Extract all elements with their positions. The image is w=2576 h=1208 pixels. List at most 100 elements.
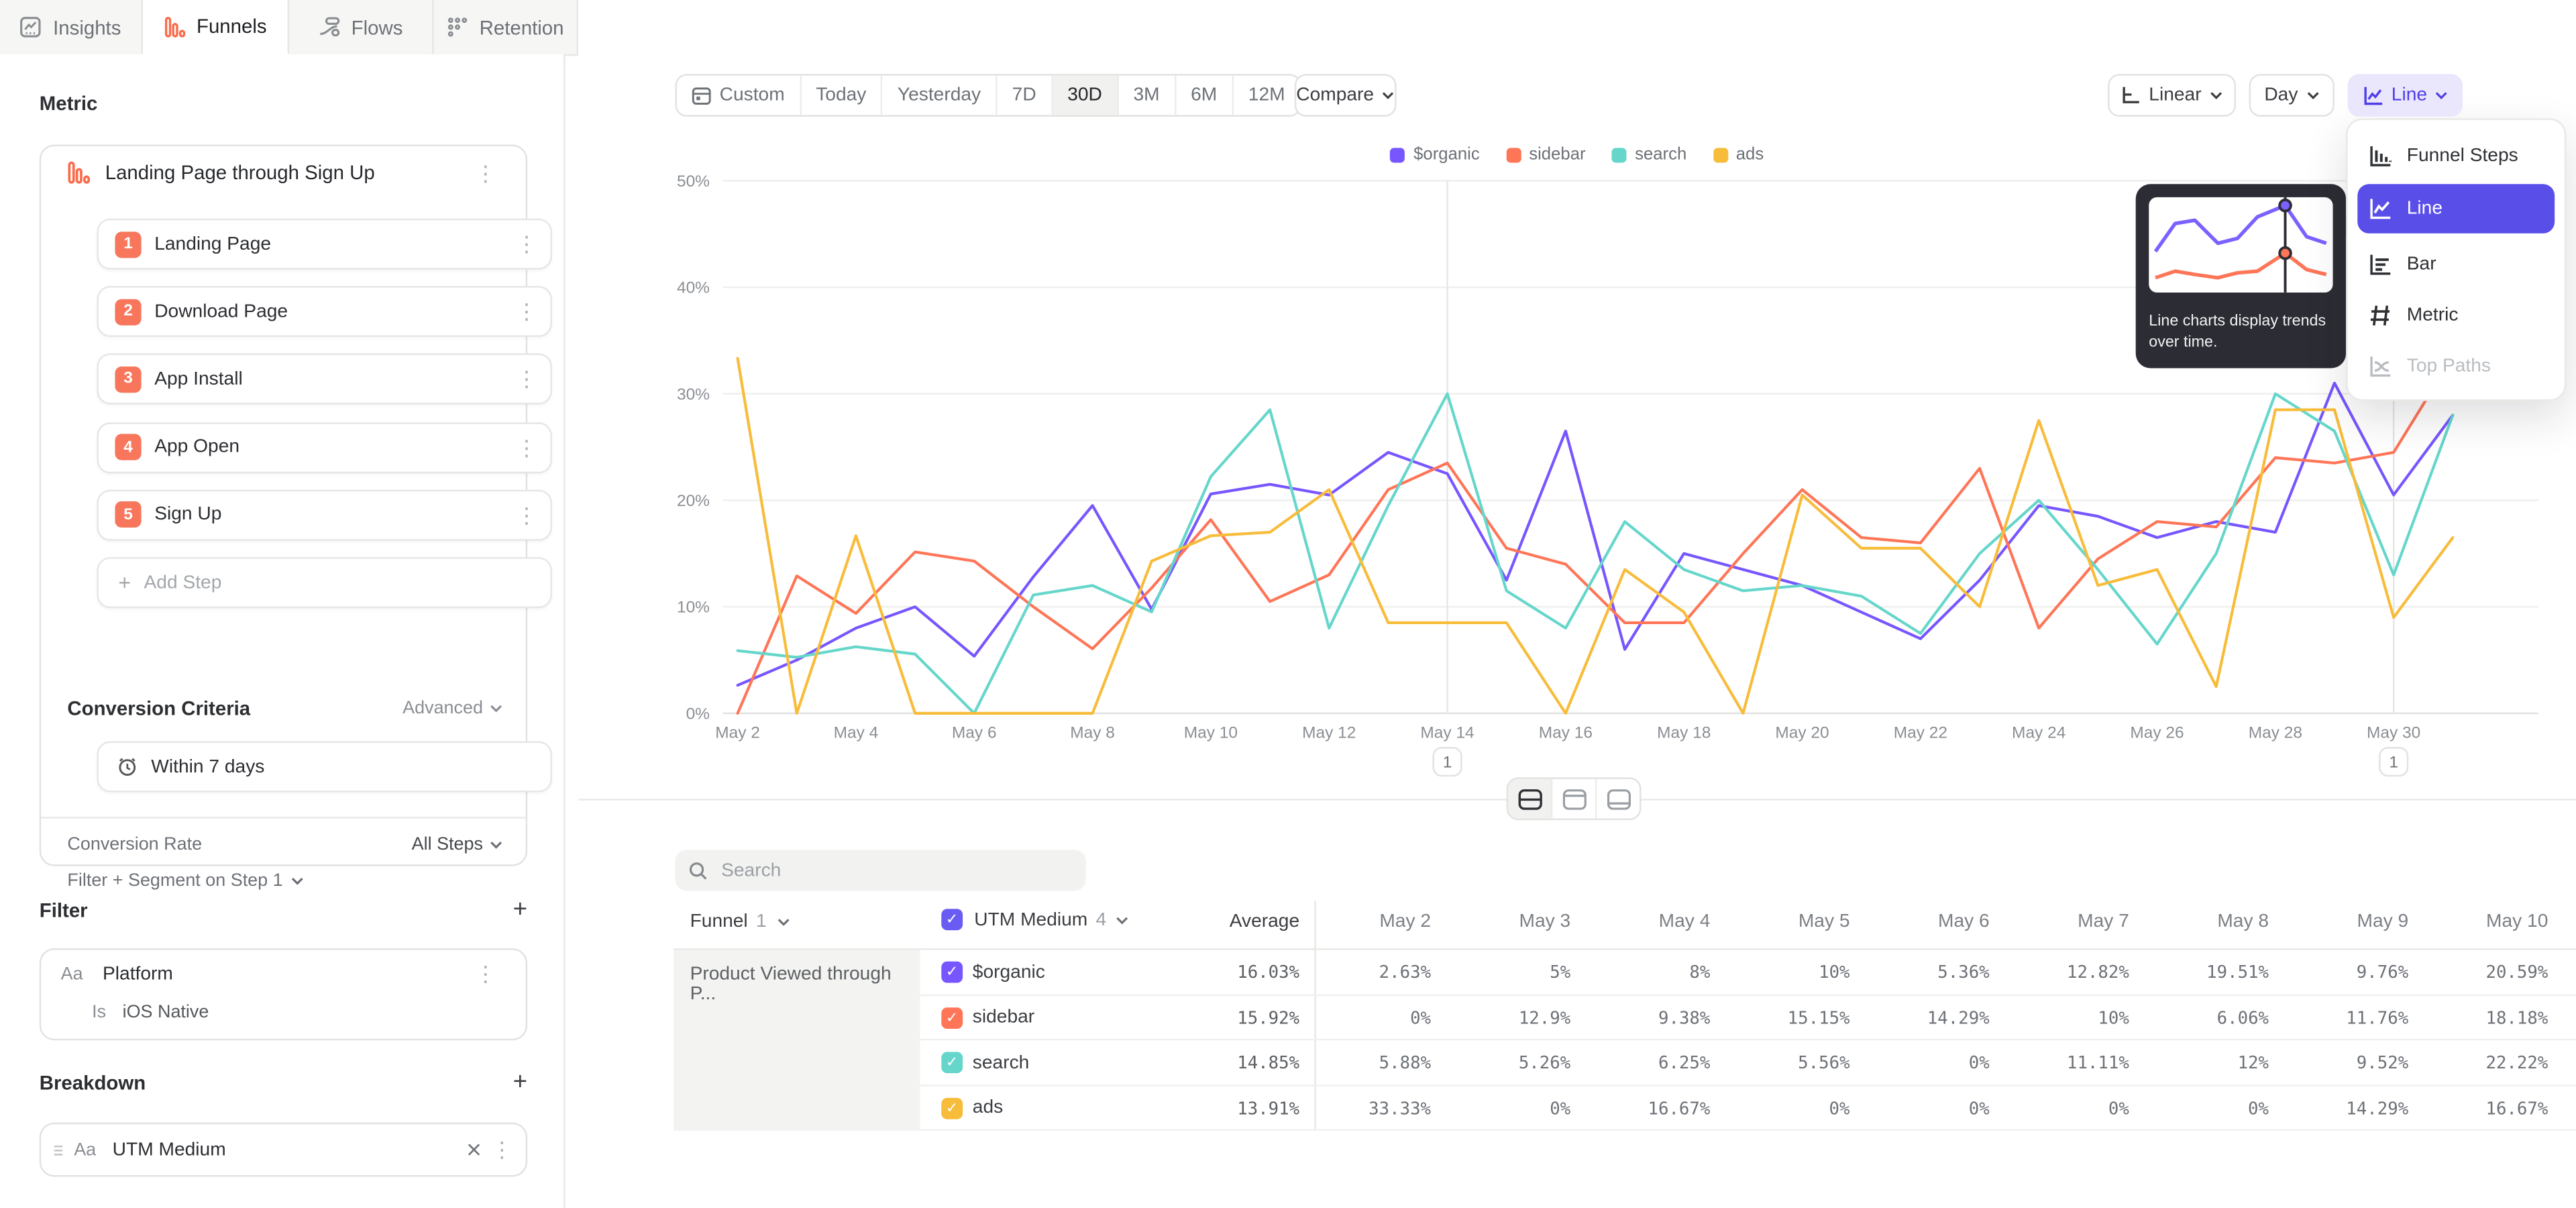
conversion-window-row[interactable]: Within 7 days xyxy=(97,741,551,792)
chart-type-dropdown[interactable]: Line xyxy=(2348,74,2463,117)
advanced-dropdown[interactable]: Advanced xyxy=(402,699,502,718)
layout-split-button[interactable] xyxy=(1508,779,1552,819)
mini-purple-line xyxy=(2155,205,2326,252)
clock-icon xyxy=(117,756,138,778)
range-12m[interactable]: 12M xyxy=(1234,76,1300,115)
date-column-header[interactable]: May 4 xyxy=(1578,912,1710,932)
layout-chart-button[interactable] xyxy=(1552,779,1597,819)
table-row-ads[interactable]: ads13.91%33.33%0%16.67%0%0%0%0%14.29%16.… xyxy=(920,1086,2576,1131)
funnel-step-4[interactable]: 4App Open xyxy=(97,421,551,472)
range-7d[interactable]: 7D xyxy=(998,76,1053,115)
funnel-title-row[interactable]: Landing Page through Sign Up xyxy=(67,161,509,184)
range-6m[interactable]: 6M xyxy=(1176,76,1234,115)
breakdown-card[interactable]: Aa UTM Medium xyxy=(40,1123,527,1177)
scale-label: Linear xyxy=(2149,85,2201,105)
table-view-icon xyxy=(1606,788,1631,809)
funnel-step-2[interactable]: 2Download Page xyxy=(97,287,551,338)
step-label: App Install xyxy=(154,370,243,389)
filter-operator[interactable]: Is xyxy=(92,1003,106,1022)
table-row-search[interactable]: search14.85%5.88%5.26%6.25%5.56%0%11.11%… xyxy=(920,1040,2576,1085)
all-steps-dropdown[interactable]: All Steps xyxy=(412,835,503,854)
step-kebab-icon[interactable] xyxy=(516,301,537,323)
add-filter-icon[interactable] xyxy=(513,896,527,925)
funnel-col-label: Funnel xyxy=(690,912,748,932)
tab-flows[interactable]: Flows xyxy=(289,0,434,54)
series-checkbox[interactable] xyxy=(941,962,963,983)
tab-funnels[interactable]: Funnels xyxy=(143,0,289,54)
menu-item-line[interactable]: Line xyxy=(2357,184,2555,233)
series-checkbox[interactable] xyxy=(941,1052,963,1073)
range-30d[interactable]: 30D xyxy=(1053,76,1118,115)
row-group-cell[interactable]: Product Viewed through P... xyxy=(674,950,920,1131)
query-sidebar: Metric Landing Page through Sign Up 1Lan… xyxy=(0,54,565,1208)
series-checkbox[interactable] xyxy=(941,1097,963,1119)
date-column-header[interactable]: May 3 xyxy=(1439,912,1570,932)
drag-handle-icon[interactable] xyxy=(52,1143,64,1156)
filter-kebab-icon[interactable] xyxy=(475,963,496,985)
annotation-badge[interactable]: 1 xyxy=(1434,748,1462,776)
menu-item-label: Line xyxy=(2407,199,2443,218)
filter-card[interactable]: Aa Platform Is iOS Native xyxy=(40,948,527,1040)
funnel-step-3[interactable]: 3App Install xyxy=(97,354,551,405)
funnel-kebab-icon[interactable] xyxy=(475,162,496,183)
add-breakdown-icon[interactable] xyxy=(513,1068,527,1098)
date-column-header[interactable]: May 7 xyxy=(1998,912,2129,932)
menu-item-funnel-steps[interactable]: Funnel Steps xyxy=(2357,133,2555,179)
filter-segment-label: Filter + Segment on Step 1 xyxy=(67,871,282,891)
date-column-header[interactable]: May 8 xyxy=(2137,912,2269,932)
menu-item-bar[interactable]: Bar xyxy=(2357,242,2555,288)
step-kebab-icon[interactable] xyxy=(516,234,537,255)
funnel-step-1[interactable]: 1Landing Page xyxy=(97,219,551,270)
funnel-column-header[interactable]: Funnel 1 xyxy=(690,912,790,932)
breakdown-column-header[interactable]: UTM Medium 4 xyxy=(941,909,1129,930)
scale-dropdown[interactable]: Linear xyxy=(2108,74,2236,117)
step-kebab-icon[interactable] xyxy=(516,369,537,391)
tab-insights[interactable]: Insights xyxy=(0,0,143,54)
step-kebab-icon[interactable] xyxy=(516,504,537,525)
series-name: sidebar xyxy=(973,1007,1034,1027)
interval-dropdown[interactable]: Day xyxy=(2249,74,2334,117)
filter-heading: Filter xyxy=(40,899,88,922)
date-column-header[interactable]: May 5 xyxy=(1719,912,1850,932)
filter-segment-dropdown[interactable]: Filter + Segment on Step 1 xyxy=(67,871,304,891)
average-value: 13.91% xyxy=(1168,1099,1299,1118)
table-row-organic[interactable]: $organic16.03%2.63%5%8%10%5.36%12.82%19.… xyxy=(920,950,2576,995)
annotation-badge[interactable]: 1 xyxy=(2379,748,2408,776)
date-column-header[interactable]: May 2 xyxy=(1299,912,1431,932)
x-tick-label: May 28 xyxy=(2249,724,2302,742)
flows-icon xyxy=(319,16,340,38)
cell-value: 10% xyxy=(1719,963,1850,983)
table-search[interactable] xyxy=(676,850,1086,891)
filter-section-header: Filter xyxy=(40,896,527,925)
annotation-badge-label: 1 xyxy=(2389,754,2398,772)
step-kebab-icon[interactable] xyxy=(516,436,537,458)
range-yesterday[interactable]: Yesterday xyxy=(883,76,998,115)
menu-item-metric[interactable]: Metric xyxy=(2357,293,2555,339)
range-custom[interactable]: Custom xyxy=(677,76,801,115)
search-input[interactable] xyxy=(718,859,1053,882)
table-row-sidebar[interactable]: sidebar15.92%0%12.9%9.38%15.15%14.29%10%… xyxy=(920,995,2576,1040)
range-label: 30D xyxy=(1067,85,1102,105)
add-step-button[interactable]: + Add Step xyxy=(97,557,551,608)
series-checkbox[interactable] xyxy=(941,1007,963,1028)
breakdown-kebab-icon[interactable] xyxy=(491,1139,513,1160)
cell-value: 14.29% xyxy=(2277,1099,2408,1118)
cell-value: 22.22% xyxy=(2416,1054,2548,1073)
tab-retention[interactable]: Retention xyxy=(434,0,579,54)
date-column-header[interactable]: May 9 xyxy=(2277,912,2408,932)
range-today[interactable]: Today xyxy=(801,76,883,115)
compare-button[interactable]: Compare xyxy=(1295,74,1397,117)
funnel-step-5[interactable]: 5Sign Up xyxy=(97,489,551,540)
remove-breakdown-icon[interactable] xyxy=(467,1142,482,1157)
filter-value[interactable]: iOS Native xyxy=(123,1003,209,1022)
y-tick-label: 50% xyxy=(677,172,710,191)
date-column-header[interactable]: May 10 xyxy=(2416,912,2548,932)
cell-value: 0% xyxy=(2137,1099,2269,1118)
breakdown-section-header: Breakdown xyxy=(40,1068,527,1098)
date-column-header[interactable]: May 6 xyxy=(1858,912,1990,932)
utm-checkbox[interactable] xyxy=(941,909,963,930)
layout-table-button[interactable] xyxy=(1597,779,1640,819)
range-3m[interactable]: 3M xyxy=(1118,76,1176,115)
tab-label: Funnels xyxy=(197,15,267,38)
x-tick-label: May 30 xyxy=(2367,724,2420,742)
